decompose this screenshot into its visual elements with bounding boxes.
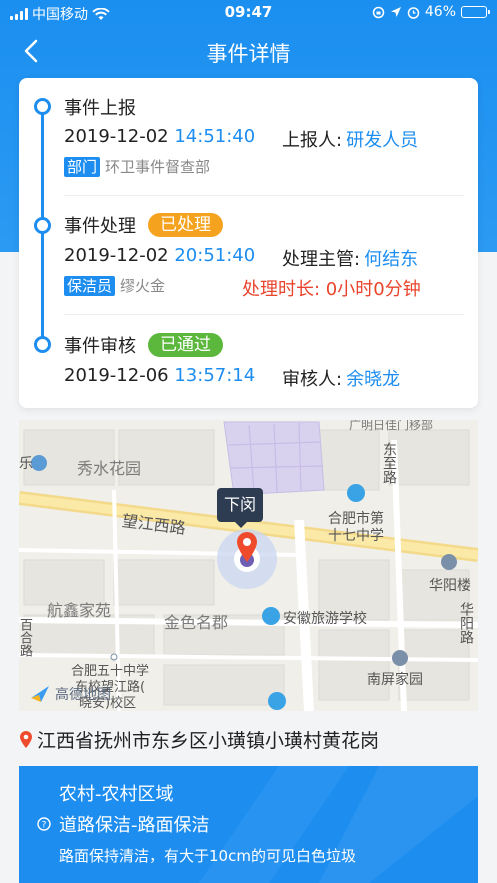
- battery-icon: [461, 6, 490, 18]
- map-label: 金色名郡: [164, 613, 229, 632]
- divider: [64, 314, 464, 315]
- step-date: 2019-12-02: [64, 126, 169, 147]
- reviewer: 审核人: 余晓龙: [282, 365, 400, 391]
- location-icon: [390, 7, 401, 17]
- gaode-logo-icon: [31, 686, 49, 702]
- rotation-lock-icon: [372, 6, 385, 18]
- status-badge: 已通过: [148, 333, 223, 357]
- department-name: 环卫事件督查部: [105, 158, 211, 176]
- map-label: 南屏家园: [367, 672, 423, 688]
- map-label: 航鑫家苑: [47, 601, 112, 620]
- reporter-label: 上报人:: [282, 130, 343, 151]
- location-pin-icon: [20, 730, 32, 748]
- road-label: 华阳路: [458, 602, 474, 644]
- timeline-card: 事件上报 2019-12-02 14:51:40 上报人: 研发人员 部门 环卫事件…: [19, 78, 478, 408]
- battery-percent: 46%: [424, 4, 456, 20]
- location-pin-icon[interactable]: [235, 531, 259, 563]
- map-label: 华阳楼: [429, 578, 471, 594]
- address-row: 江西省抚州市东乡区小璜镇小璜村黄花岗: [19, 726, 379, 753]
- nav-bar: 事件详情: [0, 26, 497, 76]
- reviewer-label: 审核人:: [282, 369, 343, 390]
- area-type: 农村-农村区域: [59, 784, 174, 805]
- step-title-text: 事件处理: [64, 216, 136, 237]
- step-time: 14:51:40: [174, 126, 256, 147]
- step-datetime: 2019-12-06 13:57:14: [64, 365, 255, 386]
- map-label: 安徽旅游学校: [283, 611, 367, 627]
- timeline-dot: [34, 336, 51, 353]
- map-label: 秀水花园: [77, 459, 142, 478]
- step-date: 2019-12-06: [64, 365, 169, 386]
- category-text: 道路保洁-路面保洁: [59, 815, 210, 836]
- divider: [64, 195, 464, 196]
- cleaner-tag: 保洁员: [64, 275, 116, 296]
- timeline-dot: [34, 217, 51, 234]
- step-time: 20:51:40: [174, 245, 256, 266]
- step-title-text: 事件上报: [64, 98, 136, 119]
- popup-caret: [235, 522, 247, 528]
- marker-popup-text: 下闵: [223, 495, 256, 514]
- help-icon[interactable]: ?: [37, 817, 51, 831]
- alarm-icon: [407, 6, 420, 19]
- step-title: 事件审核 已通过: [64, 332, 223, 358]
- timeline-dot: [34, 98, 51, 115]
- event-description: 路面保持清洁，有大于10cm的可见白色垃圾: [59, 847, 356, 865]
- supervisor-name[interactable]: 何结东: [364, 249, 418, 270]
- status-badge: 已处理: [148, 213, 223, 237]
- cleaner-row: 保洁员 缪火金: [64, 275, 165, 296]
- step-datetime: 2019-12-02 20:51:40: [64, 245, 255, 266]
- map-label: 十七中学: [328, 528, 384, 544]
- supervisor: 处理主管: 何结东: [282, 245, 418, 271]
- map-label: 广明日佳门移部: [349, 420, 434, 432]
- road-label: 百合路: [19, 618, 32, 657]
- gaode-logo-text: 高德地图: [55, 687, 111, 703]
- page-title: 事件详情: [206, 42, 291, 66]
- reporter: 上报人: 研发人员: [282, 126, 418, 152]
- status-bar: 中国移动 09:47 46%: [0, 0, 497, 26]
- processing-duration: 处理时长: 0小时0分钟: [242, 279, 421, 300]
- department-row: 部门 环卫事件督查部: [64, 156, 210, 177]
- step-datetime: 2019-12-02 14:51:40: [64, 126, 255, 147]
- svg-text:?: ?: [42, 821, 47, 831]
- step-title: 事件处理 已处理: [64, 212, 223, 238]
- department-tag: 部门: [64, 156, 101, 177]
- gaode-logo: 高德地图: [29, 684, 111, 704]
- marker-popup[interactable]: 下闵: [217, 488, 263, 522]
- step-title-text: 事件审核: [64, 336, 136, 357]
- map-label: 乐: [19, 456, 33, 472]
- cleaner-name: 缪火金: [120, 277, 166, 295]
- status-right: 46%: [372, 4, 490, 20]
- map-view[interactable]: 秀水花园 望江西路 航鑫家苑 金色名郡 安徽旅游学校 合肥市第 十七中学 华阳楼…: [19, 420, 478, 711]
- reviewer-name[interactable]: 余晓龙: [346, 369, 400, 390]
- category-row: ? 道路保洁-路面保洁: [37, 811, 210, 837]
- supervisor-label: 处理主管:: [282, 249, 361, 270]
- step-title: 事件上报: [64, 94, 136, 120]
- address-text: 江西省抚州市东乡区小璜镇小璜村黄花岗: [37, 730, 380, 752]
- event-info-panel: 农村-农村区域 ? 道路保洁-路面保洁 路面保持清洁，有大于10cm的可见白色垃…: [19, 766, 478, 883]
- step-time: 13:57:14: [174, 365, 256, 386]
- reporter-name[interactable]: 研发人员: [346, 130, 418, 151]
- step-date: 2019-12-02: [64, 245, 169, 266]
- road-label: 东至路: [381, 442, 397, 484]
